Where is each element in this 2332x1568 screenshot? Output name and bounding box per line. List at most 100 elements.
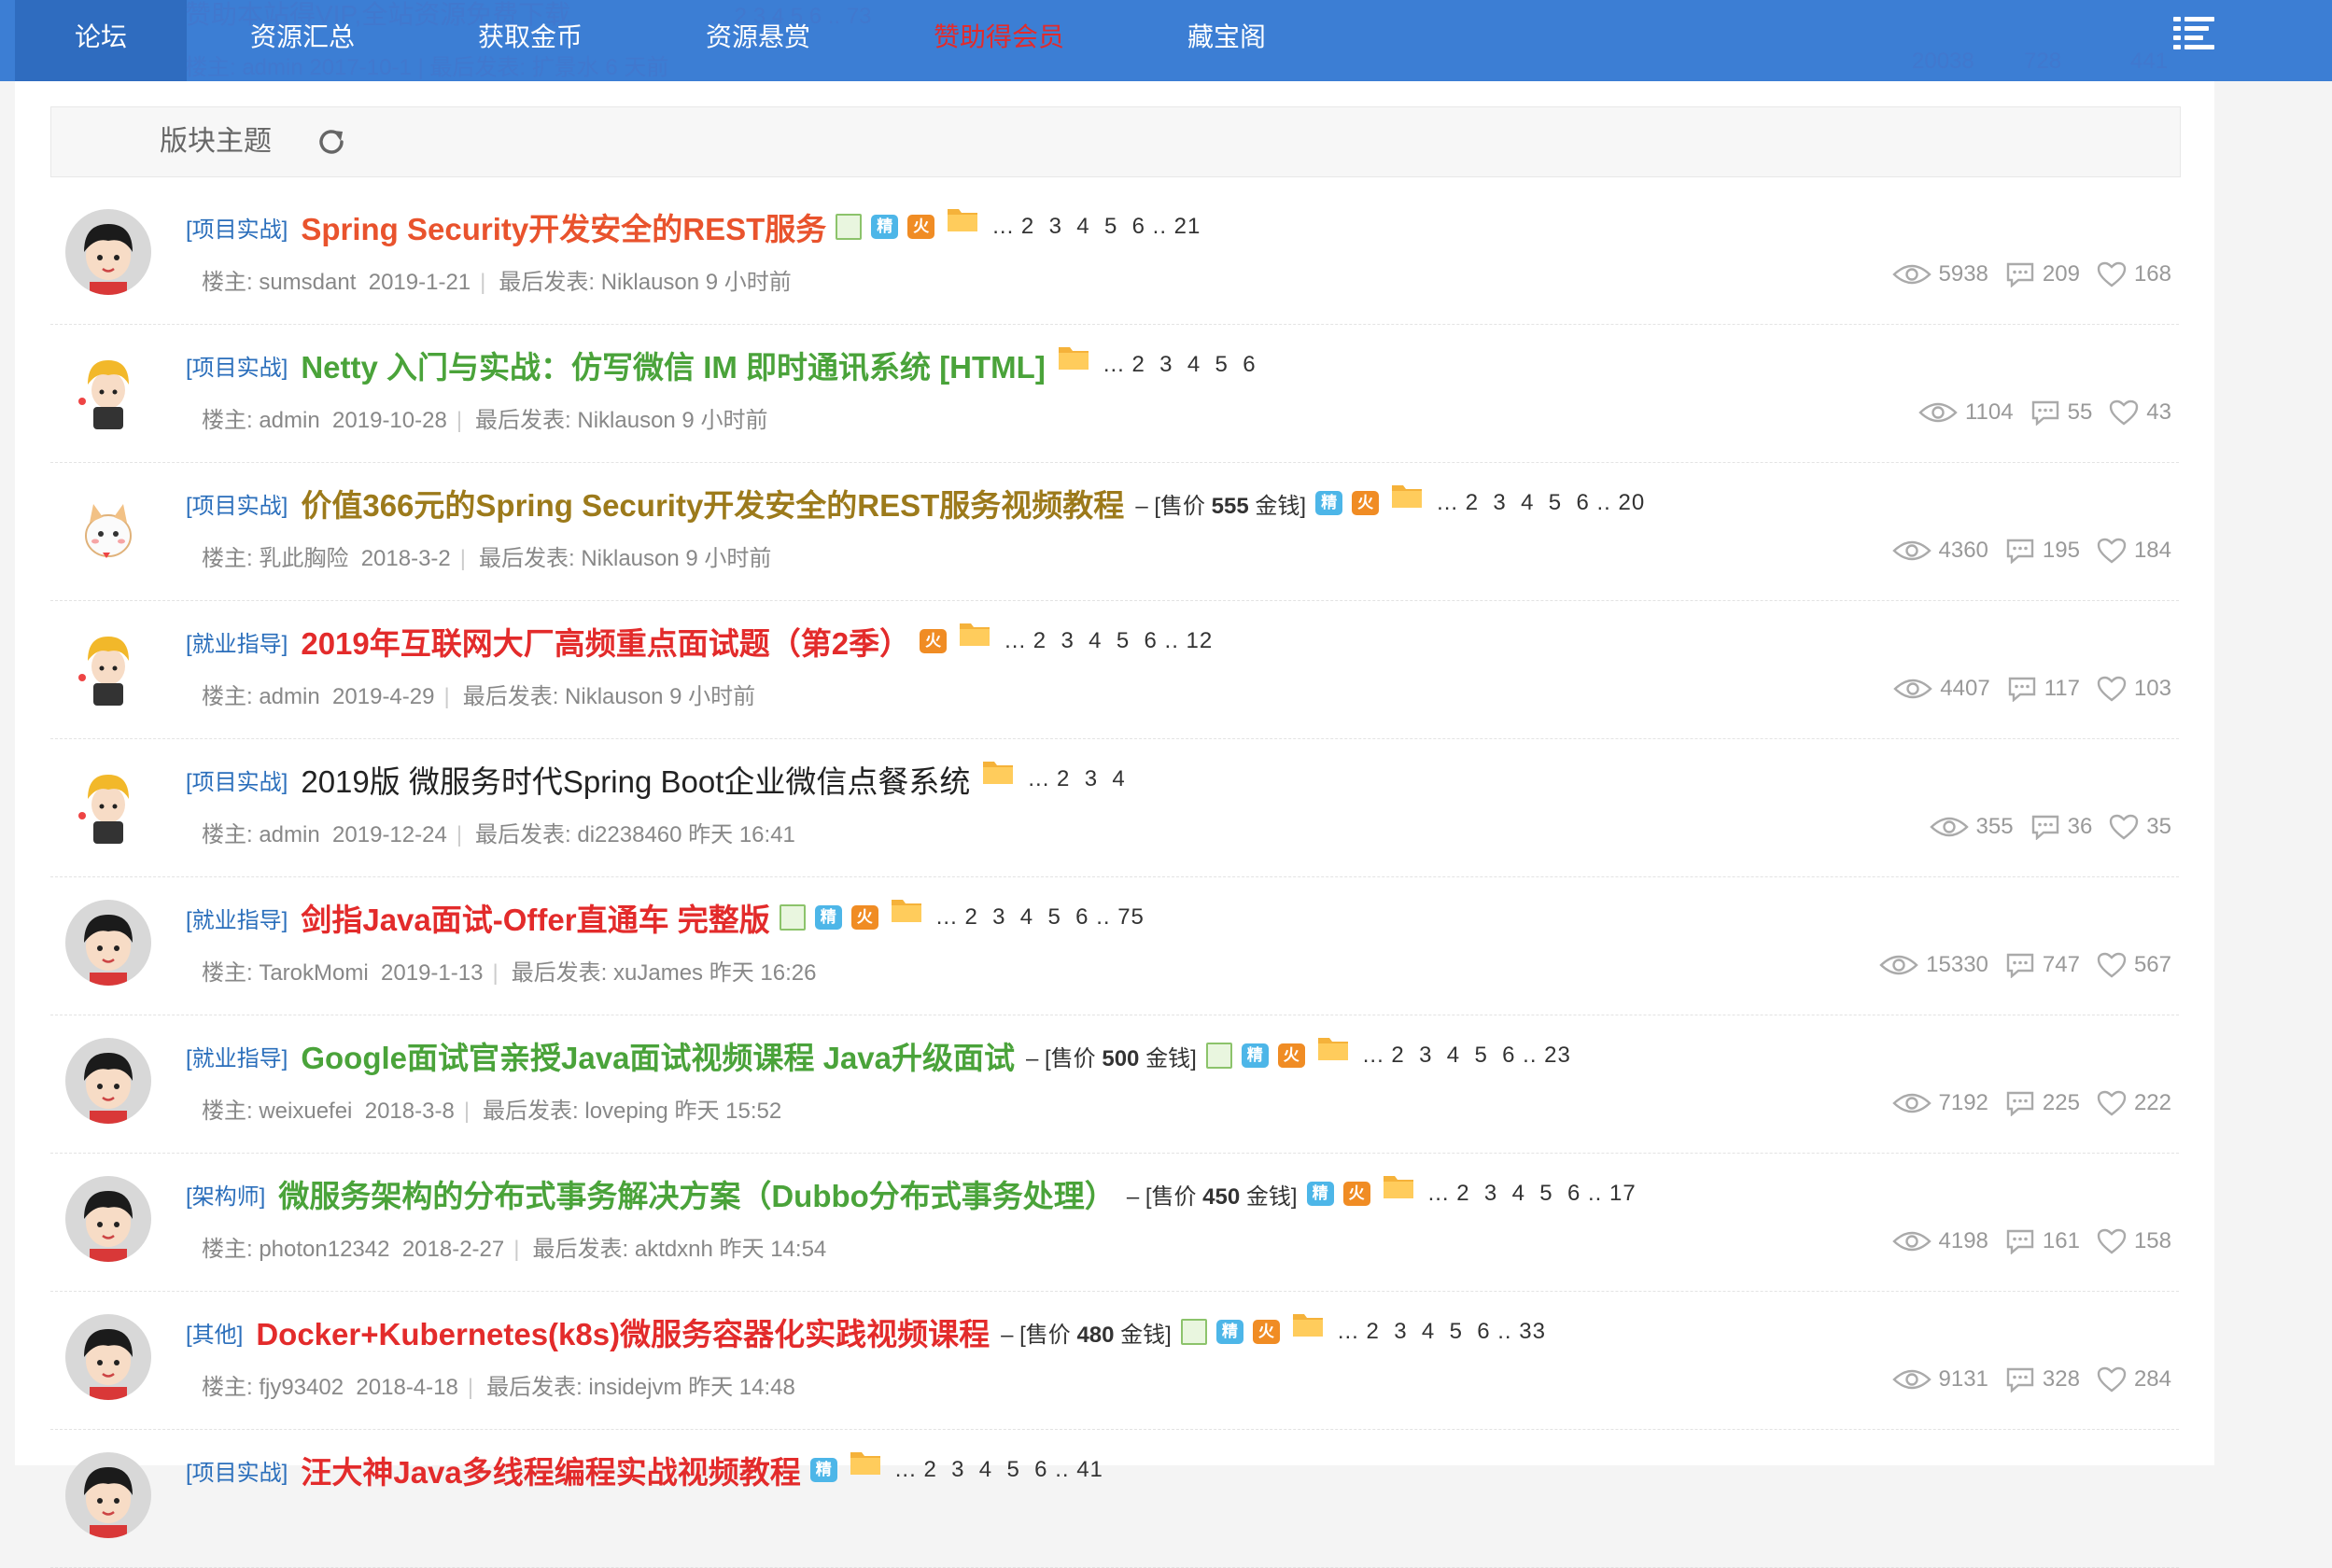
thread-row[interactable]: [就业指导] 2019年互联网大厂高频重点面试题（第2季） 火 ... 2 3 4 5… <box>50 601 2179 739</box>
thread-last-post[interactable]: 最后发表: aktdxnh 昨天 14:54 <box>532 1237 826 1262</box>
thread-pages[interactable]: ... 2 3 4 <box>1028 766 1125 792</box>
thread-category[interactable]: [其他] <box>186 1316 243 1349</box>
thread-title[interactable]: 微服务架构的分布式事务解决方案（Dubbo分布式事务处理） <box>278 1171 1115 1216</box>
avatar[interactable] <box>65 1314 151 1400</box>
thread-meta: 楼主: fjy93402 2018-4-18 | 最后发表: insidejvm 昨… <box>202 1375 795 1400</box>
thread-last-post[interactable]: 最后发表: loveping 昨天 15:52 <box>483 1099 781 1124</box>
thread-row[interactable]: [项目实战] 2019版 微服务时代Spring Boot企业微信点餐系统 ... … <box>50 739 2179 877</box>
folder-icon <box>1292 1314 1323 1337</box>
replies-count: 55 <box>2067 399 2093 425</box>
thread-last-post[interactable]: 最后发表: xuJames 昨天 16:26 <box>512 960 817 986</box>
nav-sponsor-member[interactable]: 赞助得会员 <box>934 0 1064 81</box>
thread-category[interactable]: [就业指导] <box>186 1040 288 1072</box>
thread-category[interactable]: [项目实战] <box>186 1454 288 1487</box>
thread-pages[interactable]: ... 2 3 4 5 6 .. 41 <box>895 1457 1103 1483</box>
hot-badge: 火 <box>920 629 948 653</box>
thread-category[interactable]: [项目实战] <box>186 487 288 520</box>
thread-row[interactable]: [项目实战] 汪大神Java多线程编程实战视频教程精 ... 2 3 4 5 6 .… <box>50 1430 2179 1568</box>
thread-row[interactable]: [项目实战] Netty 入门与实战：仿写微信 IM 即时通讯系统 [HTML].… <box>50 325 2179 463</box>
digest-badge: 精 <box>814 905 842 930</box>
thread-last-post[interactable]: 最后发表: Niklauson 9 小时前 <box>479 546 771 571</box>
avatar[interactable] <box>65 347 151 433</box>
thread-author[interactable]: 楼主: admin <box>202 822 320 847</box>
nav-resource-summary[interactable]: 资源汇总 <box>250 0 355 81</box>
digest-badge: 精 <box>1215 1320 1243 1344</box>
thread-author[interactable]: 楼主: 乳此胸险 <box>202 546 348 571</box>
thread-category[interactable]: [架构师] <box>186 1178 265 1211</box>
views-icon <box>1891 1369 1932 1390</box>
thread-title[interactable]: Netty 入门与实战：仿写微信 IM 即时通讯系统 [HTML] <box>301 343 1045 387</box>
section-title: 版块主题 <box>160 126 272 157</box>
folder-icon <box>1383 1176 1413 1198</box>
thread-category[interactable]: [项目实战] <box>186 211 288 244</box>
refresh-icon[interactable] <box>315 125 348 159</box>
thread-category[interactable]: [项目实战] <box>186 763 288 796</box>
thread-category[interactable]: [就业指导] <box>186 902 288 934</box>
avatar[interactable] <box>65 900 151 986</box>
thread-title[interactable]: 价值366元的Spring Security开发安全的REST服务视频教程 <box>301 481 1124 525</box>
avatar[interactable] <box>65 1038 151 1124</box>
thread-pages[interactable]: ... 2 3 4 5 6 <box>1103 352 1257 378</box>
views-icon <box>1893 679 1933 699</box>
thread-headline: [项目实战] 汪大神Java多线程编程实战视频教程精 ... 2 3 4 5 6 .… <box>186 1447 1103 1493</box>
thread-title[interactable]: Spring Security开发安全的REST服务 <box>301 204 826 249</box>
folder-icon <box>1392 485 1423 508</box>
likes-count: 284 <box>2133 1366 2171 1392</box>
avatar[interactable] <box>65 762 151 847</box>
thread-last-post[interactable]: 最后发表: Niklauson 9 小时前 <box>463 684 755 709</box>
thread-pages[interactable]: ... 2 3 4 5 6 .. 12 <box>1004 628 1213 654</box>
thread-last-post[interactable]: 最后发表: Niklauson 9 小时前 <box>499 270 791 295</box>
thread-title[interactable]: Docker+Kubernetes(k8s)微服务容器化实践视频课程 <box>256 1309 990 1354</box>
thread-pages[interactable]: ... 2 3 4 5 6 .. 20 <box>1437 490 1645 516</box>
views-count: 4198 <box>1938 1228 1988 1253</box>
likes-icon <box>2097 1366 2127 1393</box>
avatar[interactable] <box>65 623 151 709</box>
avatar[interactable] <box>65 209 151 295</box>
thread-pages[interactable]: ... 2 3 4 5 6 .. 75 <box>936 904 1145 931</box>
thread-author[interactable]: 楼主: photon12342 <box>202 1237 389 1262</box>
thread-author[interactable]: 楼主: admin <box>202 408 320 433</box>
thread-author[interactable]: 楼主: sumsdant <box>202 270 356 295</box>
views-count: 5938 <box>1938 261 1988 287</box>
avatar[interactable] <box>65 485 151 571</box>
thread-title[interactable]: 2019年互联网大厂高频重点面试题（第2季） <box>301 619 910 664</box>
views-count: 4360 <box>1938 538 1988 563</box>
thread-author[interactable]: 楼主: TarokMomi <box>202 960 369 986</box>
thread-title[interactable]: 剑指Java面试-Offer直通车 完整版 <box>301 895 769 940</box>
likes-count: 35 <box>2146 814 2171 839</box>
thread-pages[interactable]: ... 2 3 4 5 6 .. 33 <box>1338 1319 1546 1345</box>
thread-author[interactable]: 楼主: fjy93402 <box>202 1375 344 1400</box>
thread-category[interactable]: [就业指导] <box>186 625 288 658</box>
menu-icon[interactable] <box>2173 17 2214 49</box>
nav-get-coins[interactable]: 获取金币 <box>478 0 583 81</box>
thread-row[interactable]: [其他] Docker+Kubernetes(k8s)微服务容器化实践视频课程 – … <box>50 1292 2179 1430</box>
thread-last-post[interactable]: 最后发表: Niklauson 9 小时前 <box>475 408 767 433</box>
thread-author[interactable]: 楼主: admin <box>202 684 320 709</box>
thread-row[interactable]: [就业指导] Google面试官亲授Java面试视频课程 Java升级面试 – [售… <box>50 1015 2179 1154</box>
thread-last-post[interactable]: 最后发表: di2238460 昨天 16:41 <box>475 822 795 847</box>
thread-last-post[interactable]: 最后发表: insidejvm 昨天 14:48 <box>486 1375 795 1400</box>
thread-price: – [售价 450 金钱] <box>1126 1183 1298 1210</box>
replies-count: 747 <box>2042 952 2080 977</box>
thread-pages[interactable]: ... 2 3 4 5 6 .. 17 <box>1428 1181 1637 1207</box>
nav-forum[interactable]: 论坛 <box>15 0 187 81</box>
digest-badge: 精 <box>1241 1043 1269 1068</box>
thread-title[interactable]: Google面试官亲授Java面试视频课程 Java升级面试 <box>301 1033 1015 1078</box>
thread-row[interactable]: [项目实战] Spring Security开发安全的REST服务 精火 ... 2 … <box>50 187 2179 325</box>
avatar[interactable] <box>65 1176 151 1262</box>
thread-row[interactable]: [项目实战] 价值366元的Spring Security开发安全的REST服务视… <box>50 463 2179 601</box>
thread-pages[interactable]: ... 2 3 4 5 6 .. 23 <box>1363 1043 1571 1069</box>
image-attachment-icon <box>779 904 806 931</box>
thread-title[interactable]: 汪大神Java多线程编程实战视频教程 <box>301 1448 800 1492</box>
thread-row[interactable]: [架构师] 微服务架构的分布式事务解决方案（Dubbo分布式事务处理） – [售价 … <box>50 1154 2179 1292</box>
thread-pages[interactable]: ... 2 3 4 5 6 .. 21 <box>992 214 1201 240</box>
thread-title[interactable]: 2019版 微服务时代Spring Boot企业微信点餐系统 <box>301 757 970 802</box>
thread-category[interactable]: [项目实战] <box>186 349 288 382</box>
thread-price: – [售价 500 金钱] <box>1026 1045 1197 1071</box>
nav-treasure[interactable]: 藏宝阁 <box>1187 0 1266 81</box>
thread-date: 2018-3-8 <box>364 1099 455 1124</box>
thread-row[interactable]: [就业指导] 剑指Java面试-Offer直通车 完整版 精火 ... 2 3 4 5… <box>50 877 2179 1015</box>
nav-resource-bounty[interactable]: 资源悬赏 <box>706 0 810 81</box>
replies-count: 328 <box>2042 1366 2080 1392</box>
thread-author[interactable]: 楼主: weixuefei <box>202 1099 352 1124</box>
